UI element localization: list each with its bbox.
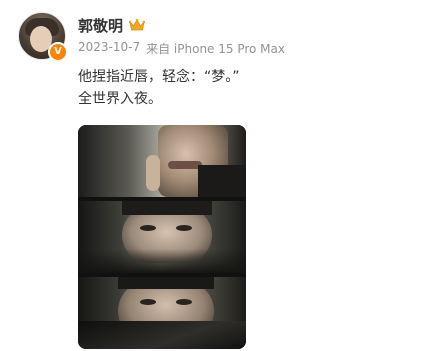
post-image[interactable]: [78, 125, 246, 349]
post-source: 来自 iPhone 15 Pro Max: [146, 42, 285, 56]
image-frame-2: [78, 201, 246, 273]
post-date[interactable]: 2023-10-7: [78, 40, 140, 57]
post-content: 他捏指近唇，轻念：“梦。” 全世界入夜。: [78, 66, 240, 110]
crown-icon[interactable]: [129, 18, 146, 32]
username[interactable]: 郭敬明: [78, 15, 123, 36]
content-line-2: 全世界入夜。: [78, 91, 162, 107]
verified-badge-icon: V: [48, 42, 68, 62]
content-line-1: 他捏指近唇，轻念：“梦。”: [78, 69, 240, 85]
post-meta: 2023-10-7 来自 iPhone 15 Pro Max: [78, 40, 285, 57]
image-frame-3: [78, 277, 246, 349]
name-row: 郭敬明: [78, 14, 146, 36]
image-frame-1: [78, 125, 246, 197]
avatar[interactable]: V: [18, 12, 68, 62]
weibo-post: V 郭敬明 2023-10-7 来自 iPhone 15 Pro Max 他捏指…: [0, 0, 436, 351]
